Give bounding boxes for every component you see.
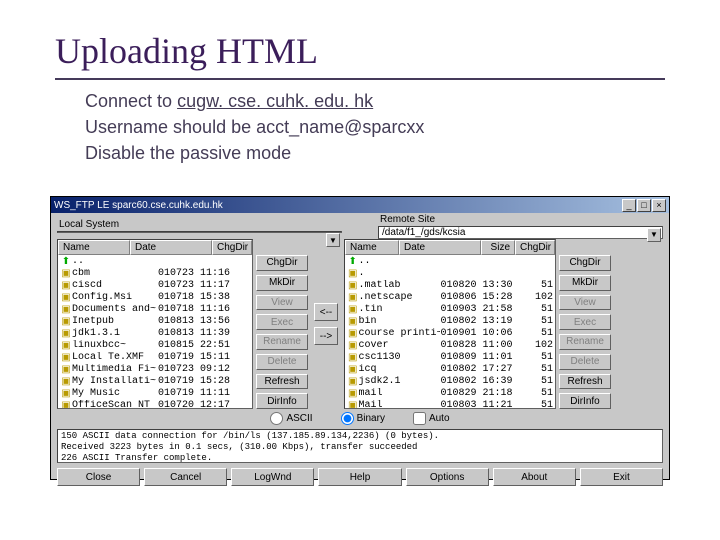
file-row[interactable]: ▣OfficeScan NT010720 12:17 [60,400,250,409]
file-row[interactable]: ▣. [347,268,553,280]
binary-radio[interactable]: Binary [341,412,385,425]
file-row[interactable]: ▣Documents and~010718 11:16 [60,304,250,316]
remote-delete-button[interactable]: Delete [559,354,611,370]
remote-file-list[interactable]: Name Date Size ChgDir ⬆..▣.▣.matlab01082… [344,239,556,409]
file-row[interactable]: ▣cbm010723 11:16 [60,268,250,280]
file-row[interactable]: ▣Config.Msi010718 15:38 [60,292,250,304]
dropdown-arrow-icon[interactable]: ▼ [647,228,661,242]
minimize-button[interactable]: _ [622,199,636,212]
col-name[interactable]: Name [58,240,130,255]
local-mkdir-button[interactable]: MkDir [256,275,308,291]
about-button[interactable]: About [493,468,576,486]
local-system-label: Local System [57,219,342,230]
remote-rename-button[interactable]: Rename [559,334,611,350]
file-row[interactable]: ▣course printi~010901 10:0651 [347,328,553,340]
col-size[interactable]: Size [481,240,515,255]
remote-chgdir-button[interactable]: ChgDir [559,255,611,271]
file-row[interactable]: ▣mail010829 21:1851 [347,388,553,400]
file-row[interactable]: ▣Inetpub010813 13:56 [60,316,250,328]
file-row[interactable]: ▣My Installati~010719 15:28 [60,376,250,388]
local-exec-button[interactable]: Exec [256,314,308,330]
file-row[interactable]: ▣.netscape010806 15:28102 [347,292,553,304]
col-date[interactable]: Date [399,240,481,255]
file-row[interactable]: ⬆.. [347,256,553,268]
exit-button[interactable]: Exit [580,468,663,486]
log-line: 150 ASCII data connection for /bin/ls (1… [61,431,659,442]
file-row[interactable]: ▣Mail010803 11:2151 [347,400,553,409]
local-view-button[interactable]: View [256,295,308,311]
ascii-radio[interactable]: ASCII [270,412,312,425]
log-line: Received 3223 bytes in 0.1 secs, (310.00… [61,442,659,453]
log-panel[interactable]: 150 ASCII data connection for /bin/ls (1… [57,429,663,463]
remote-mkdir-button[interactable]: MkDir [559,275,611,291]
remote-dirinfo-button[interactable]: DirInfo [559,393,611,409]
cancel-button[interactable]: Cancel [144,468,227,486]
file-row[interactable]: ▣My Music010719 11:11 [60,388,250,400]
col-chgdir[interactable]: ChgDir [515,240,555,255]
bullet-3: Disable the passive mode [85,140,665,166]
log-line: 226 ASCII Transfer complete. [61,453,659,463]
window-titlebar[interactable]: WS_FTP LE sparc60.cse.cuhk.edu.hk _ □ × [51,197,669,213]
remote-exec-button[interactable]: Exec [559,314,611,330]
remote-site-label: Remote Site [378,214,663,225]
local-file-list[interactable]: Name Date ChgDir ⬆..▣cbm010723 11:16▣cis… [57,239,253,409]
remote-view-button[interactable]: View [559,295,611,311]
file-row[interactable]: ▣jsdk2.1010802 16:3951 [347,376,553,388]
transfer-right-button[interactable]: --> [314,327,338,345]
file-row[interactable]: ▣Multimedia Fi~010723 09:12 [60,364,250,376]
file-row[interactable]: ▣.matlab010820 13:3051 [347,280,553,292]
remote-path-combo[interactable]: /data/f1_/gds/kcsia▼ [378,226,663,239]
local-rename-button[interactable]: Rename [256,334,308,350]
slide-title: Uploading HTML [55,30,665,80]
help-button[interactable]: Help [318,468,401,486]
ftp-window: WS_FTP LE sparc60.cse.cuhk.edu.hk _ □ × … [50,196,670,480]
bullet-2: Username should be acct_name@sparcxx [85,114,665,140]
file-row[interactable]: ▣Local Te.XMF010719 15:11 [60,352,250,364]
file-row[interactable]: ▣jdk1.3.1010813 11:39 [60,328,250,340]
logwnd-button[interactable]: LogWnd [231,468,314,486]
file-row[interactable]: ▣ciscd010723 11:17 [60,280,250,292]
remote-refresh-button[interactable]: Refresh [559,374,611,390]
file-row[interactable]: ⬆.. [60,256,250,268]
file-row[interactable]: ▣bin010802 13:1951 [347,316,553,328]
options-button[interactable]: Options [406,468,489,486]
dropdown-arrow-icon[interactable]: ▼ [326,233,340,247]
file-row[interactable]: ▣cover010828 11:00102 [347,340,553,352]
local-path-combo[interactable]: ▼ [57,231,342,233]
local-delete-button[interactable]: Delete [256,354,308,370]
close-button[interactable]: × [652,199,666,212]
maximize-button[interactable]: □ [637,199,651,212]
local-refresh-button[interactable]: Refresh [256,374,308,390]
transfer-left-button[interactable]: <-- [314,303,338,321]
file-row[interactable]: ▣linuxbcc~010815 22:51 [60,340,250,352]
file-row[interactable]: ▣icq010802 17:2751 [347,364,553,376]
local-button-column: ChgDir MkDir View Exec Rename Delete Ref… [256,239,308,409]
remote-button-column: ChgDir MkDir View Exec Rename Delete Ref… [559,239,611,409]
close-button-bottom[interactable]: Close [57,468,140,486]
file-row[interactable]: ▣csc1130010809 11:0151 [347,352,553,364]
connect-url: cugw. cse. cuhk. edu. hk [177,91,373,111]
col-date[interactable]: Date [130,240,212,255]
col-name[interactable]: Name [345,240,399,255]
bullet-1: Connect to cugw. cse. cuhk. edu. hk [85,88,665,114]
file-row[interactable]: ▣.tin010903 21:5851 [347,304,553,316]
window-title: WS_FTP LE sparc60.cse.cuhk.edu.hk [54,200,223,211]
col-chgdir[interactable]: ChgDir [212,240,252,255]
local-dirinfo-button[interactable]: DirInfo [256,393,308,409]
auto-checkbox[interactable]: Auto [413,412,450,425]
local-chgdir-button[interactable]: ChgDir [256,255,308,271]
